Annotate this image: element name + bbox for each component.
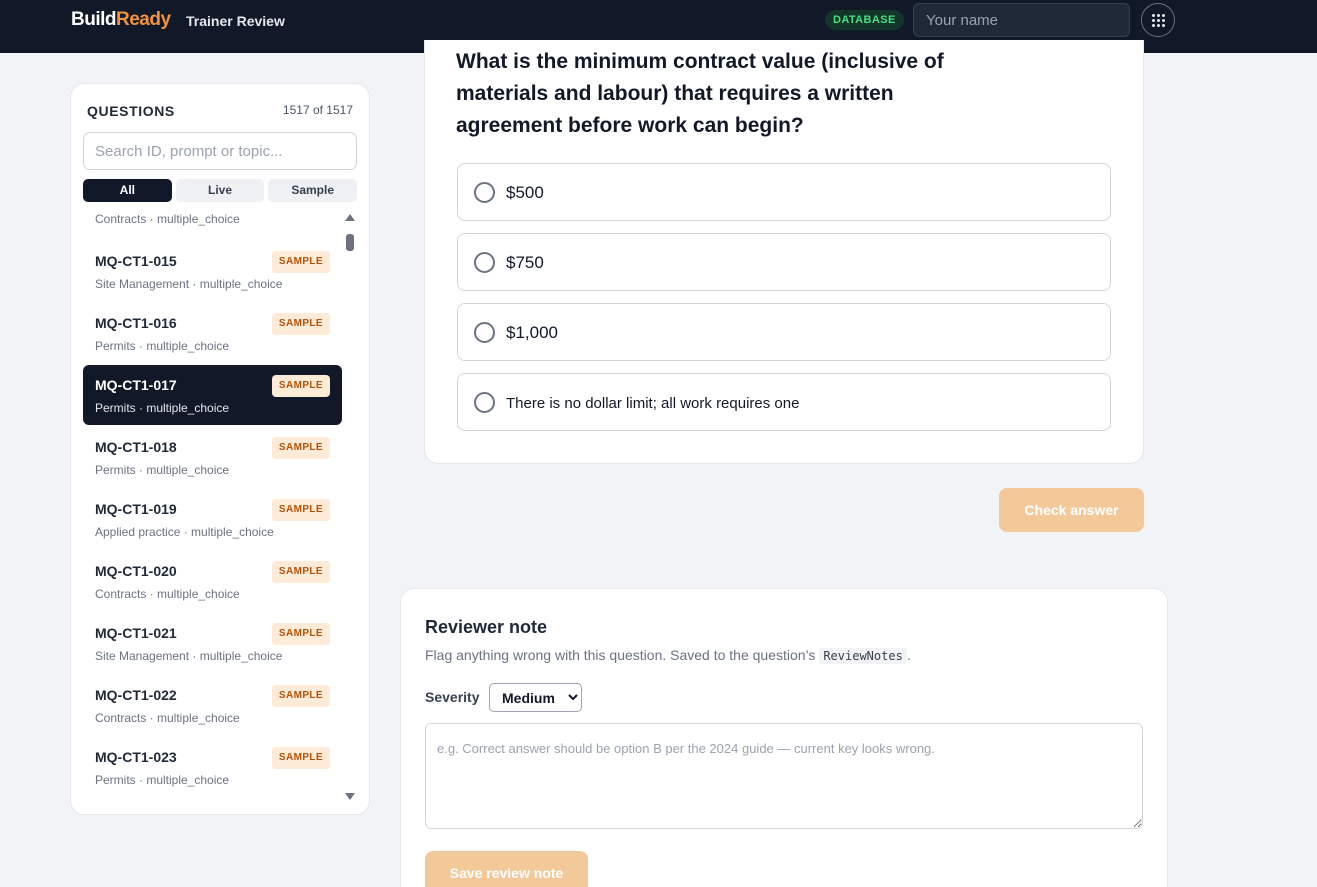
filter-tab-live[interactable]: Live: [175, 179, 265, 202]
save-review-note-button[interactable]: Save review note: [425, 851, 588, 887]
question-meta: Permits · multiple_choice: [95, 463, 230, 477]
questions-heading: QUESTIONS: [87, 103, 175, 119]
scroll-up-arrow-icon[interactable]: [345, 214, 355, 221]
list-item[interactable]: MQ-CT1-020 SAMPLE Contracts · multiple_c…: [83, 551, 342, 611]
question-id: MQ-CT1-020: [95, 563, 177, 579]
sample-badge: SAMPLE: [271, 313, 330, 335]
sample-badge: SAMPLE: [271, 747, 330, 769]
question-meta: Contracts · multiple_choice: [95, 711, 240, 725]
list-item[interactable]: MQ-CT1-018 SAMPLE Permits · multiple_cho…: [83, 427, 342, 487]
radio-icon[interactable]: [474, 252, 495, 273]
question-meta: Permits · multiple_choice: [95, 773, 230, 787]
question-meta: Site Management · multiple_choice: [95, 649, 283, 663]
list-item[interactable]: MQ-CT1-015 SAMPLE Site Management · mult…: [83, 241, 342, 301]
answer-option-label: There is no dollar limit; all work requi…: [506, 395, 800, 412]
question-id: MQ-CT1-016: [95, 315, 177, 331]
answer-option-label: $750: [506, 253, 544, 272]
database-badge: DATABASE: [825, 10, 904, 30]
question-id: MQ-CT1-019: [95, 501, 177, 517]
answer-option[interactable]: $500: [457, 163, 1111, 221]
list-item[interactable]: MQ-CT1-023 SAMPLE Permits · multiple_cho…: [83, 737, 342, 797]
question-id: MQ-CT1-022: [95, 687, 177, 703]
questions-count: 1517 of 1517: [282, 103, 353, 117]
questions-panel: QUESTIONS 1517 of 1517 All Live Sample C…: [70, 83, 370, 815]
sample-badge: SAMPLE: [271, 251, 330, 273]
list-item[interactable]: MQ-CT1-019 SAMPLE Applied practice · mul…: [83, 489, 342, 549]
filter-tab-all[interactable]: All: [83, 179, 172, 202]
question-meta: Permits · multiple_choice: [95, 401, 230, 415]
question-meta: Site Management · multiple_choice: [95, 277, 283, 291]
sample-badge: SAMPLE: [271, 437, 330, 459]
radio-icon[interactable]: [474, 322, 495, 343]
brand-name-build: Build: [71, 9, 117, 30]
brand-logo[interactable]: BuildReady: [71, 9, 171, 31]
sample-badge: SAMPLE: [271, 375, 330, 397]
scroll-thumb[interactable]: [346, 234, 354, 251]
question-id: MQ-CT1-015: [95, 253, 177, 269]
app-subtitle: Trainer Review: [186, 13, 285, 29]
list-item-meta: Contracts · multiple_choice: [95, 212, 240, 226]
filter-tab-sample[interactable]: Sample: [268, 179, 358, 202]
sample-badge: SAMPLE: [271, 685, 330, 707]
question-id: MQ-CT1-018: [95, 439, 177, 455]
list-scrollbar[interactable]: [345, 212, 355, 802]
brand-name-ready: Ready: [116, 9, 171, 30]
radio-icon[interactable]: [474, 182, 495, 203]
severity-label: Severity: [425, 689, 480, 705]
sample-badge: SAMPLE: [271, 623, 330, 645]
question-prompt: What is the minimum contract value (incl…: [456, 50, 944, 137]
answer-option-label: $500: [506, 183, 544, 202]
reviewer-note-description: Flag anything wrong with this question. …: [425, 647, 911, 664]
reviewer-note-title: Reviewer note: [425, 617, 548, 637]
radio-icon[interactable]: [474, 392, 495, 413]
answer-option-label: $1,000: [506, 323, 558, 342]
question-id: MQ-CT1-023: [95, 749, 177, 765]
description-period: .: [906, 647, 911, 663]
question-card: What is the minimum contract value (incl…: [424, 40, 1144, 464]
question-list: Contracts · multiple_choice MQ-CT1-015 S…: [83, 208, 343, 804]
question-meta: Contracts · multiple_choice: [95, 587, 240, 601]
list-item[interactable]: MQ-CT1-022 SAMPLE Contracts · multiple_c…: [83, 675, 342, 735]
review-notes-code: ReviewNotes: [819, 648, 907, 664]
answer-option[interactable]: $750: [457, 233, 1111, 291]
check-answer-button[interactable]: Check answer: [999, 488, 1144, 532]
severity-select[interactable]: Medium: [489, 683, 582, 712]
answer-option[interactable]: $1,000: [457, 303, 1111, 361]
list-item[interactable]: MQ-CT1-016 SAMPLE Permits · multiple_cho…: [83, 303, 342, 363]
question-meta: Applied practice · multiple_choice: [95, 525, 274, 539]
answer-option[interactable]: There is no dollar limit; all work requi…: [457, 373, 1111, 431]
question-meta: Permits · multiple_choice: [95, 339, 230, 353]
reviewer-name-input[interactable]: [913, 3, 1130, 37]
grid-icon: [1151, 13, 1165, 27]
review-note-textarea[interactable]: [425, 723, 1143, 829]
sample-badge: SAMPLE: [271, 499, 330, 521]
description-text: Flag anything wrong with this question. …: [425, 647, 820, 663]
list-item-selected[interactable]: MQ-CT1-017 SAMPLE Permits · multiple_cho…: [83, 365, 342, 425]
question-search-input[interactable]: [83, 132, 357, 170]
scroll-down-arrow-icon[interactable]: [345, 793, 355, 800]
apps-menu-button[interactable]: [1141, 3, 1175, 37]
question-id: MQ-CT1-021: [95, 625, 177, 641]
list-item[interactable]: MQ-CT1-021 SAMPLE Site Management · mult…: [83, 613, 342, 673]
question-id: MQ-CT1-017: [95, 377, 177, 393]
filter-tabs: All Live Sample: [83, 179, 358, 202]
sample-badge: SAMPLE: [271, 561, 330, 583]
reviewer-note-card: Reviewer note Flag anything wrong with t…: [400, 588, 1168, 887]
